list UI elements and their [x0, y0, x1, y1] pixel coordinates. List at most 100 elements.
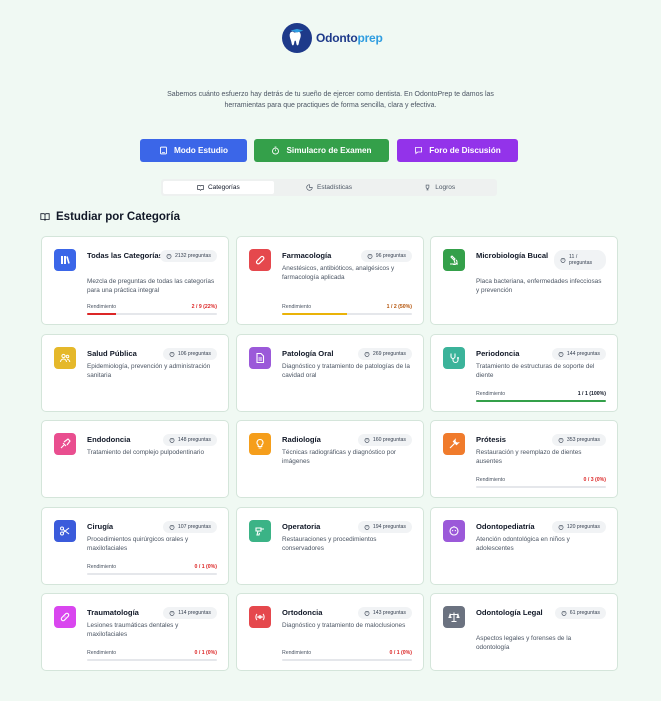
- performance-track: [87, 573, 217, 575]
- category-title: Microbiología Bucal: [476, 251, 549, 260]
- tab-logros-label: Logros: [435, 184, 456, 191]
- forum-button[interactable]: Foro de Discusión: [397, 139, 518, 162]
- category-title: Farmacología: [282, 251, 332, 260]
- category-description: Mezcla de preguntas de todas las categor…: [87, 278, 215, 294]
- performance-label: Rendimiento: [282, 304, 312, 310]
- category-title: Cirugía: [87, 522, 114, 531]
- category-title: Odontología Legal: [476, 608, 543, 617]
- category-card[interactable]: Prótesis 353 preguntas Restauración y reem…: [430, 420, 618, 498]
- question-count-badge: 2132 preguntas: [159, 250, 217, 262]
- question-count-badge: 353 preguntas: [551, 434, 606, 446]
- performance-value: 0 / 1 (0%): [389, 650, 413, 656]
- performance-value: 2 / 9 (22%): [191, 304, 217, 310]
- timer-icon: [364, 524, 370, 530]
- stethoscope-icon: [443, 347, 465, 369]
- category-card[interactable]: Odontopediatría 120 preguntas Atención odo…: [430, 507, 618, 585]
- category-card[interactable]: Microbiología Bucal 11 / preguntas Placa b…: [430, 236, 618, 325]
- category-card[interactable]: Salud Pública 106 preguntas Epidemiología,…: [41, 334, 229, 412]
- timer-icon: [561, 610, 567, 616]
- category-title: Ortodoncia: [282, 608, 323, 617]
- question-count: 114 preguntas: [178, 610, 211, 616]
- category-card[interactable]: Ortodoncia 143 preguntas Diagnóstico y tra…: [236, 593, 424, 671]
- category-description: Restauración y reemplazo de dientes ause…: [476, 449, 582, 465]
- tab-logros[interactable]: Logros: [384, 181, 495, 194]
- category-title: Todas las Categorías: [87, 251, 163, 260]
- trophy-icon: [426, 184, 430, 191]
- question-count: 11 / preguntas: [569, 253, 593, 267]
- category-card[interactable]: Traumatología 114 preguntas Lesiones traum…: [41, 593, 229, 671]
- tab-estadisticas[interactable]: Estadísticas: [274, 181, 385, 194]
- exam-mode-button[interactable]: Simulacro de Examen: [254, 139, 389, 162]
- book-icon: [159, 146, 167, 155]
- category-card[interactable]: Radiología 160 preguntas Técnicas radiográ…: [236, 420, 424, 498]
- pill-icon: [249, 249, 271, 271]
- performance-label: Rendimiento: [476, 477, 506, 483]
- baby-icon: [443, 520, 465, 542]
- timer-icon: [364, 437, 370, 443]
- tagline: Sabemos cuánto esfuerzo hay detrás de tu…: [167, 91, 494, 109]
- timer-icon: [558, 351, 564, 357]
- timer-icon: [367, 253, 373, 259]
- users-icon: [54, 347, 76, 369]
- forum-label: Foro de Discusión: [429, 146, 501, 155]
- tab-estadisticas-label: Estadísticas: [316, 184, 353, 191]
- chart-icon: [306, 184, 313, 191]
- category-card[interactable]: Patología Oral 269 preguntas Diagnóstico y…: [236, 334, 424, 412]
- performance-meter: Rendimiento 0 / 1 (0%): [87, 650, 217, 662]
- study-mode-label: Modo Estudio: [173, 146, 229, 155]
- category-card[interactable]: Todas las Categorías 2132 preguntas Mezcla…: [41, 236, 229, 325]
- chat-icon: [415, 147, 423, 155]
- scissors-icon: [54, 520, 76, 542]
- question-count-badge: 11 / preguntas: [554, 250, 606, 270]
- performance-label: Rendimiento: [87, 564, 117, 570]
- question-count: 120 preguntas: [566, 524, 600, 530]
- performance-track: [87, 313, 217, 315]
- tooth-logo-icon: [282, 23, 312, 53]
- question-count: 144 preguntas: [566, 351, 600, 357]
- timer-icon: [558, 524, 564, 530]
- question-count: 143 preguntas: [372, 610, 406, 616]
- question-count-badge: 194 preguntas: [357, 521, 412, 533]
- question-count-badge: 269 preguntas: [357, 348, 412, 360]
- performance-label: Rendimiento: [87, 650, 117, 656]
- category-title: Radiología: [282, 435, 321, 444]
- question-count: 194 preguntas: [372, 524, 406, 530]
- performance-value: 0 / 1 (0%): [194, 650, 218, 656]
- brand-name: Odontoprep: [316, 31, 383, 45]
- category-description: Diagnóstico y tratamiento de patologías …: [282, 363, 410, 379]
- category-description: Placa bacteriana, enfermedades infeccios…: [476, 278, 602, 294]
- category-card[interactable]: Periodoncia 144 preguntas Tratamiento de e…: [430, 334, 618, 412]
- exam-mode-label: Simulacro de Examen: [286, 146, 372, 155]
- lightbulb-icon: [249, 433, 271, 455]
- category-card[interactable]: Operatoria 194 preguntas Restauraciones y …: [236, 507, 424, 585]
- performance-meter: Rendimiento 0 / 1 (0%): [282, 650, 412, 662]
- question-count-badge: 61 preguntas: [554, 607, 606, 619]
- category-card[interactable]: Farmacología 96 preguntas Anestésicos, ant…: [236, 236, 424, 325]
- question-count-badge: 160 preguntas: [357, 434, 412, 446]
- category-card[interactable]: Endodoncia 148 preguntas Tratamiento del c…: [41, 420, 229, 498]
- document-icon: [249, 347, 271, 369]
- category-card[interactable]: Odontología Legal 61 preguntas Aspectos le…: [430, 593, 618, 671]
- category-card[interactable]: Cirugía 107 preguntas Procedimientos quirú…: [41, 507, 229, 585]
- category-description: Procedimientos quirúrgicos orales y maxi…: [87, 536, 189, 552]
- tab-categorias-label: Categorías: [207, 184, 240, 191]
- performance-meter: Rendimiento 0 / 1 (0%): [87, 564, 217, 576]
- tab-categorias[interactable]: Categorías: [163, 181, 274, 194]
- performance-fill: [282, 313, 347, 315]
- timer-icon: [272, 146, 280, 155]
- category-description: Diagnóstico y tratamiento de maloclusion…: [282, 622, 406, 629]
- brand-logo[interactable]: Odontoprep: [282, 22, 383, 54]
- category-description: Tratamiento de estructuras de soporte de…: [476, 363, 595, 379]
- question-count-badge: 96 preguntas: [360, 250, 412, 262]
- book-open-icon: [40, 213, 50, 221]
- drill-icon: [249, 520, 271, 542]
- bandage-icon: [54, 606, 76, 628]
- study-mode-button[interactable]: Modo Estudio: [140, 139, 247, 162]
- performance-value: 1 / 2 (50%): [386, 304, 412, 310]
- timer-icon: [169, 524, 175, 530]
- performance-meter: Rendimiento 1 / 1 (100%): [476, 391, 606, 403]
- category-description: Anestésicos, antibióticos, analgésicos y…: [282, 265, 395, 281]
- question-count: 269 preguntas: [372, 351, 406, 357]
- timer-icon: [560, 257, 566, 263]
- question-count: 160 preguntas: [372, 437, 406, 443]
